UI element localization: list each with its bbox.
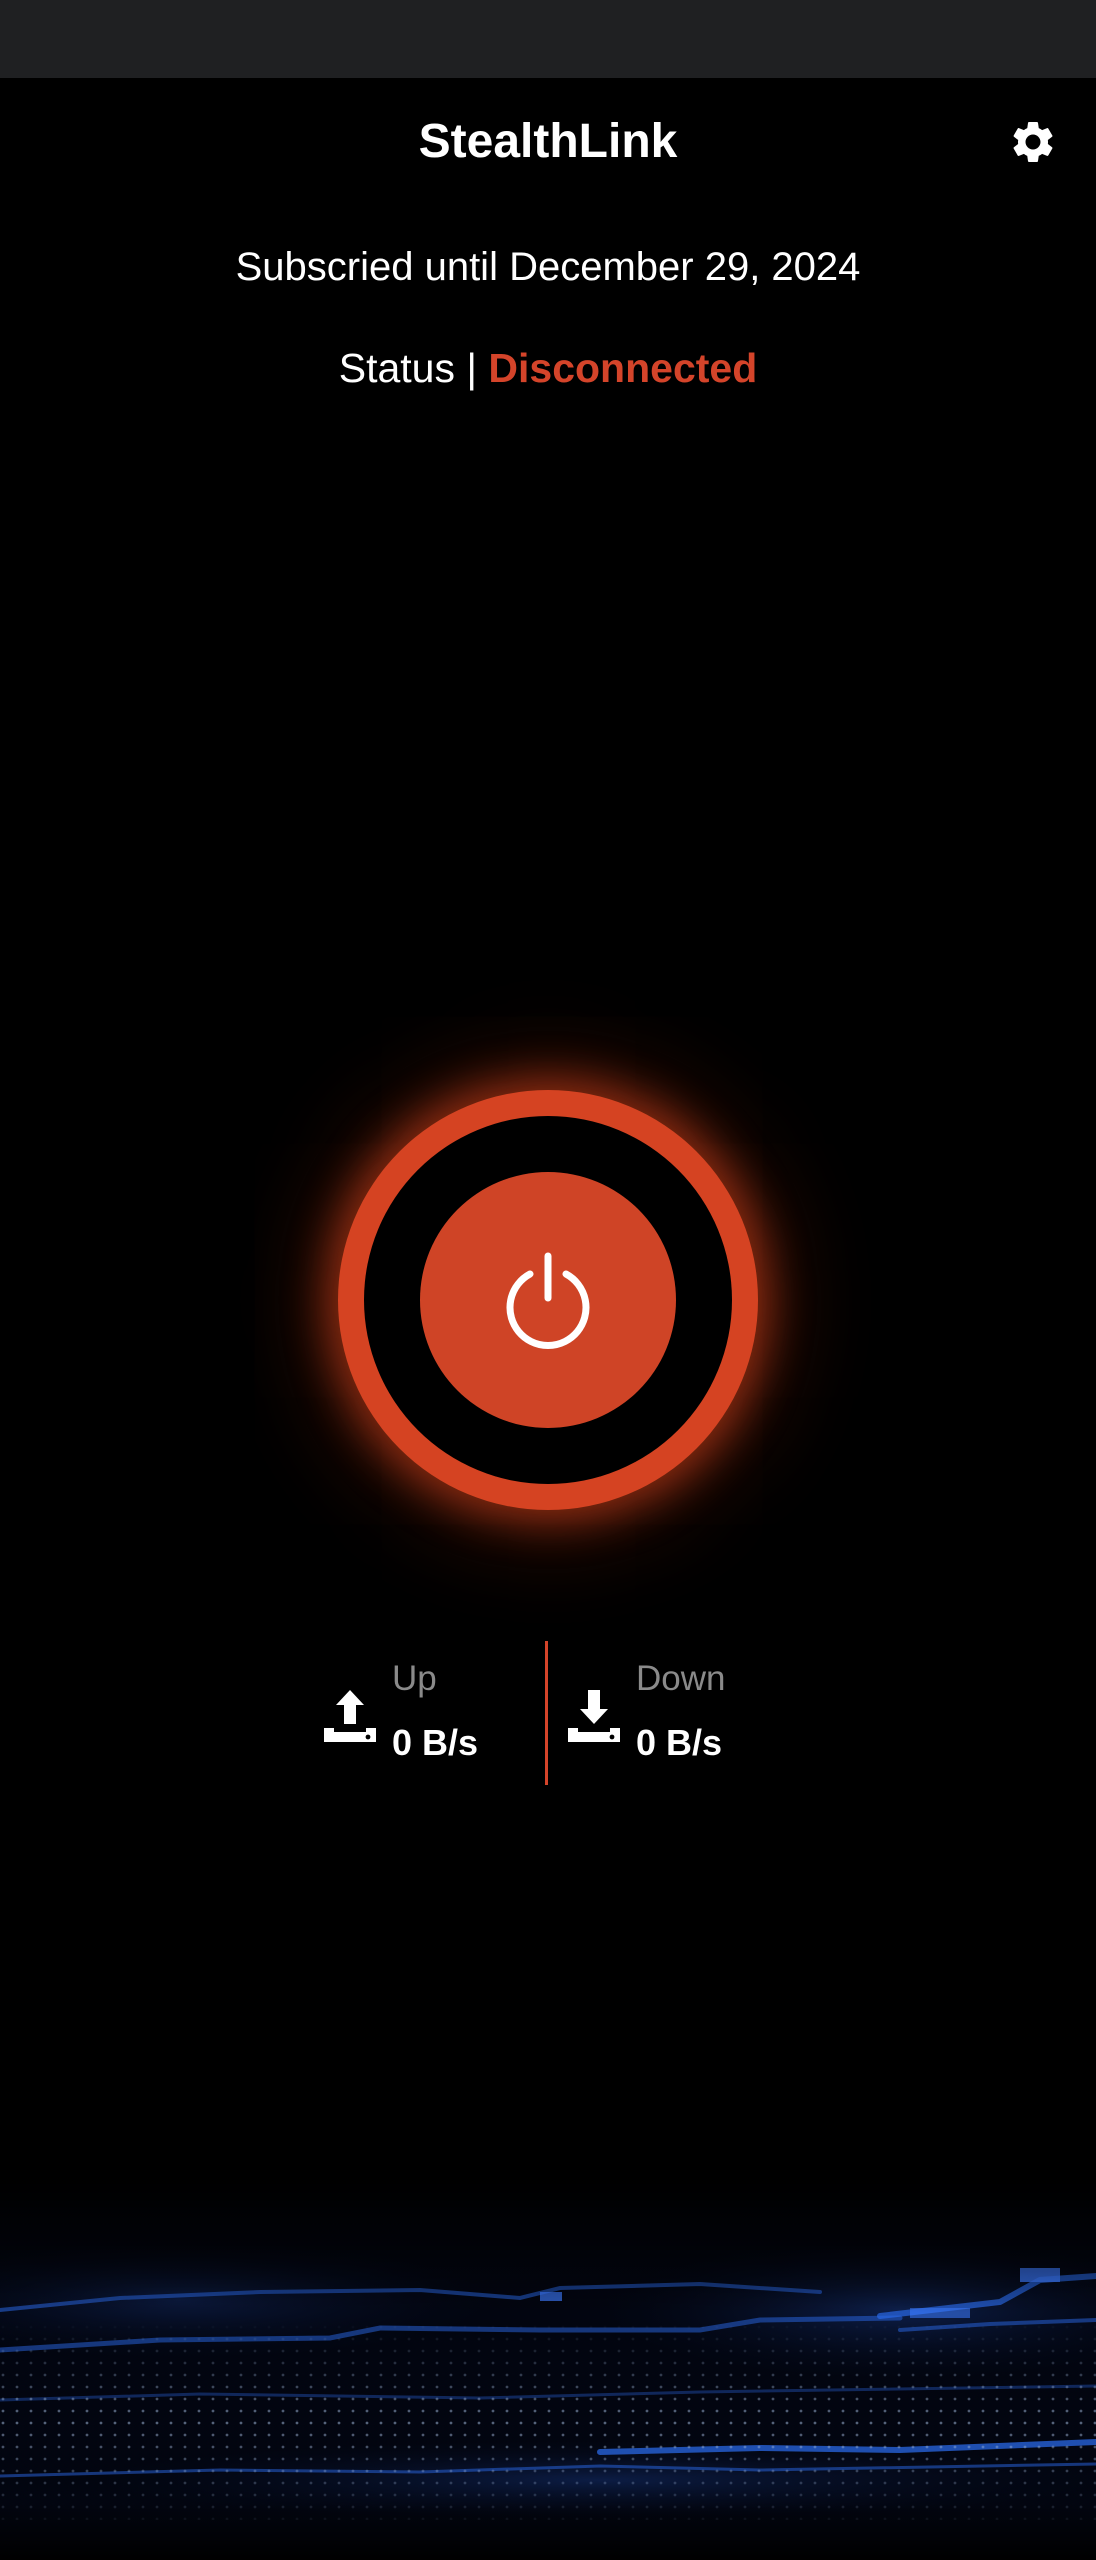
power-icon bbox=[506, 1252, 590, 1349]
download-label: Down bbox=[636, 1659, 726, 1698]
status-label: Status | bbox=[338, 345, 489, 391]
subscription-text: Subscried until December 29, 2024 bbox=[235, 245, 861, 289]
power-button[interactable] bbox=[420, 1172, 676, 1428]
download-value: 0 B/s bbox=[636, 1722, 723, 1763]
download-stat: Down 0 B/s bbox=[566, 1656, 786, 1776]
settings-button[interactable] bbox=[1000, 114, 1066, 170]
download-icon bbox=[568, 1690, 620, 1742]
system-status-bar bbox=[0, 0, 1096, 78]
upload-value: 0 B/s bbox=[392, 1722, 479, 1763]
gear-icon bbox=[1013, 121, 1053, 162]
stats-divider bbox=[545, 1641, 548, 1785]
upload-label: Up bbox=[392, 1659, 437, 1698]
connection-status: Status | Disconnected bbox=[0, 340, 1096, 396]
upload-stat: Up 0 B/s bbox=[322, 1656, 522, 1776]
status-value: Disconnected bbox=[488, 345, 758, 391]
circuit-background-art bbox=[0, 2180, 1096, 2560]
power-control bbox=[338, 1090, 758, 1510]
app-title: StealthLink bbox=[418, 115, 678, 168]
upload-icon bbox=[324, 1690, 376, 1742]
